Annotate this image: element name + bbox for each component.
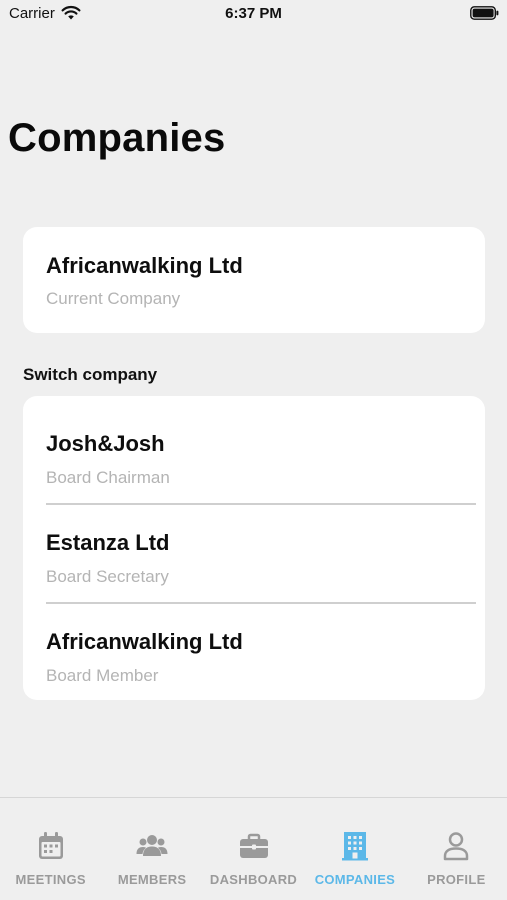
switch-company-heading: Switch company [23, 365, 158, 384]
companies-screen: Carrier 6:37 PM Companies Africanwalking… [0, 0, 507, 900]
tab-label: PROFILE [427, 872, 486, 887]
company-role: Board Chairman [46, 468, 170, 487]
company-role: Board Secretary [46, 567, 169, 586]
tab-companies[interactable]: COMPANIES [304, 798, 405, 900]
switch-company-list: Josh&Josh Board Chairman Estanza Ltd Boa… [23, 396, 485, 700]
status-bar: Carrier 6:37 PM [0, 0, 507, 28]
bottom-tab-bar: MEETINGS MEMBERS DASHBOARD COMPANIES PRO… [0, 797, 507, 900]
company-name: Estanza Ltd [46, 530, 170, 555]
tab-label: DASHBOARD [209, 872, 298, 887]
tab-label: COMPANIES [314, 872, 396, 887]
tab-meetings[interactable]: MEETINGS [0, 798, 101, 900]
tab-members[interactable]: MEMBERS [101, 798, 202, 900]
company-name: Africanwalking Ltd [46, 629, 243, 654]
company-row-africanwalking[interactable]: Africanwalking Ltd Board Member [23, 604, 485, 703]
company-row-josh-and-josh[interactable]: Josh&Josh Board Chairman [23, 406, 485, 505]
building-icon [341, 832, 368, 861]
clock-time: 6:37 PM [225, 5, 282, 22]
tab-label: MEMBERS [117, 872, 187, 887]
members-icon [136, 835, 168, 856]
page-title: Companies [8, 116, 226, 160]
company-name: Josh&Josh [46, 431, 165, 456]
current-company-name: Africanwalking Ltd [46, 253, 243, 278]
tab-profile[interactable]: PROFILE [406, 798, 507, 900]
current-company-label: Current Company [46, 289, 181, 308]
battery-icon [470, 6, 499, 20]
company-role: Board Member [46, 666, 159, 685]
tab-label: MEETINGS [15, 872, 86, 887]
tab-dashboard[interactable]: DASHBOARD [203, 798, 304, 900]
company-row-estanza[interactable]: Estanza Ltd Board Secretary [23, 505, 485, 604]
current-company-card [23, 227, 485, 333]
briefcase-icon [239, 833, 268, 858]
person-icon [444, 832, 469, 861]
calendar-icon [38, 832, 63, 859]
